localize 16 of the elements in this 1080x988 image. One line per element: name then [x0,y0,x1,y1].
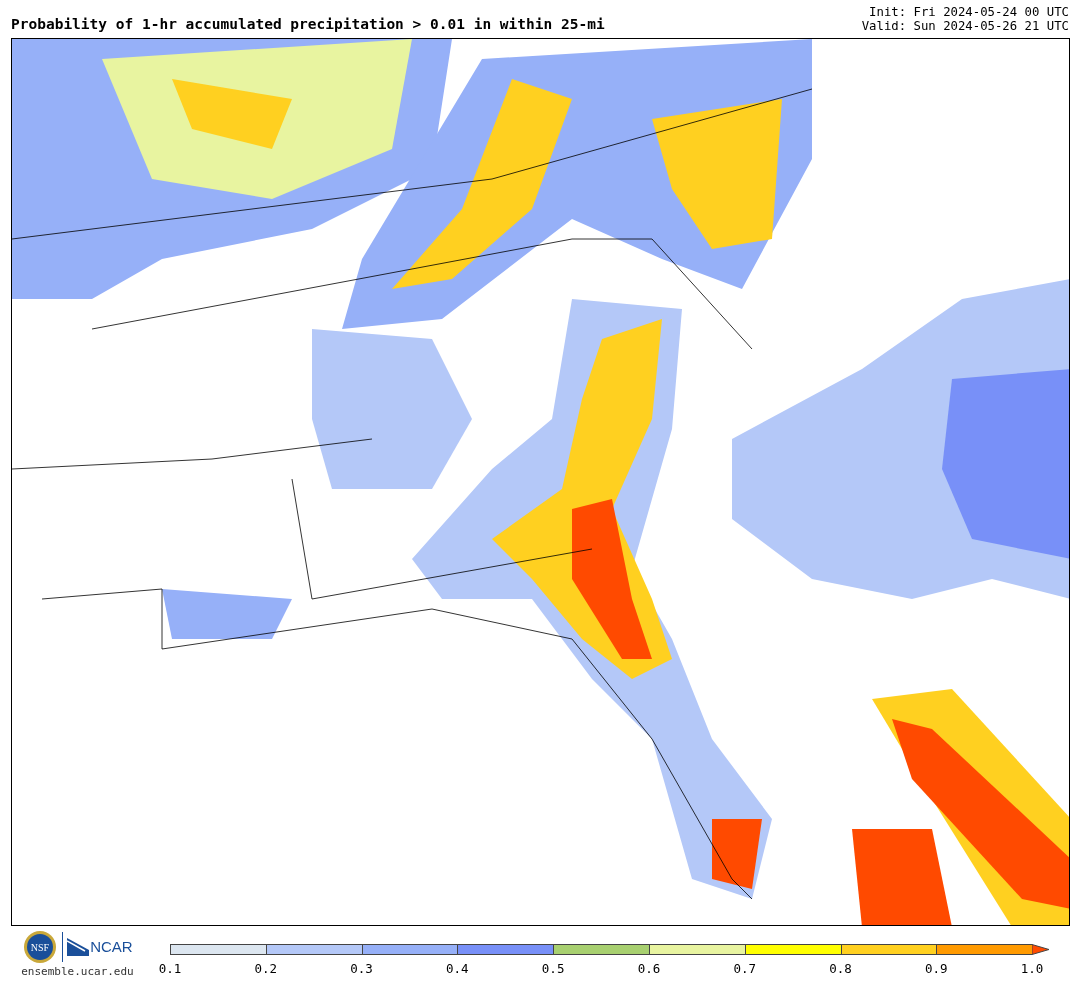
colorbar-tick-label: 0.9 [924,962,949,976]
colorbar-tick-label: 0.4 [445,962,470,976]
nsf-text: NSF [31,942,50,953]
ncar-wordmark: NCAR [90,936,133,957]
init-time: Init: Fri 2024-05-24 00 UTC [869,5,1069,19]
colorbar-tick-label: 0.3 [349,962,374,976]
ncar-logo-icon [67,938,90,956]
colorbar-tick-label: 0.8 [828,962,853,976]
colorbar-tick-label: 0.2 [253,962,278,976]
colorbar-tick-label: 1.0 [1019,962,1045,976]
colorbar-tick-label: 0.5 [540,962,566,976]
website-url: ensemble.ucar.edu [21,964,134,980]
chart-title: Probability of 1-hr accumulated precipitation > 0.01 in within 25-mi [11,15,605,34]
colorbar-tick-label: 0.6 [636,962,662,976]
valid-time: Valid: Sun 2024-05-26 21 UTC [861,19,1069,33]
colorbar-tick-label: 0.7 [732,962,757,976]
